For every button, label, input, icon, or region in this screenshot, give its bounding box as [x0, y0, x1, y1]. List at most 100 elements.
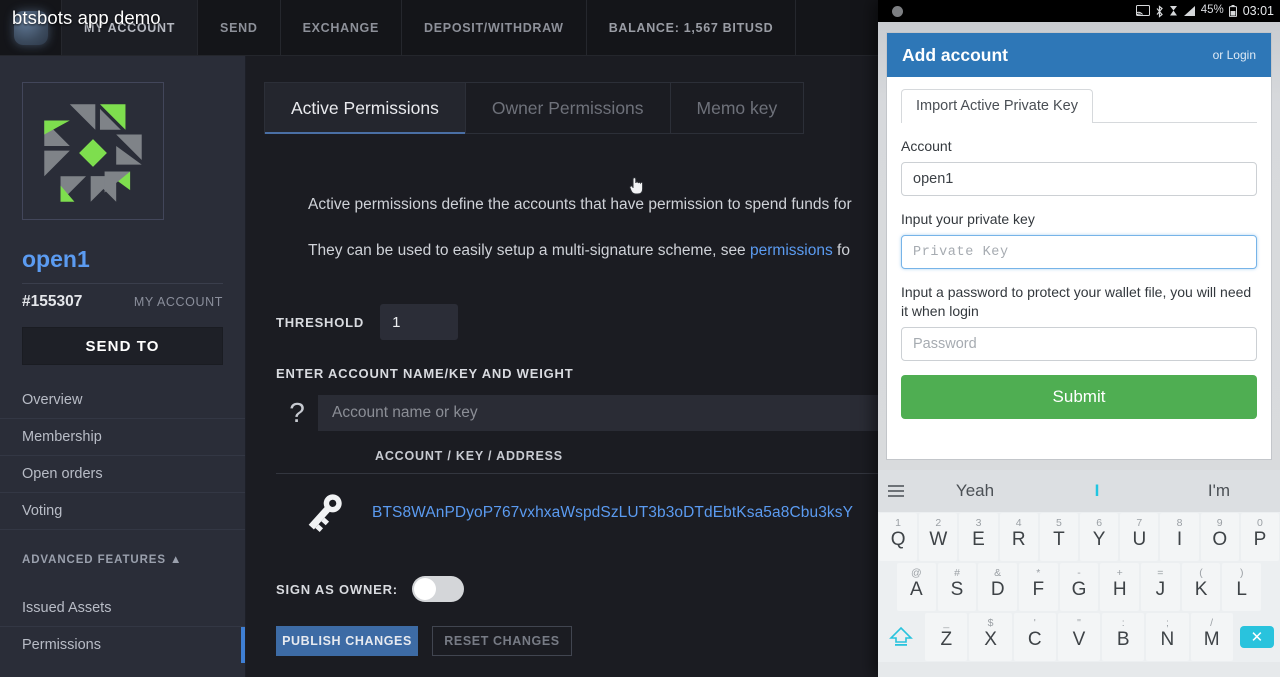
navbar-item-balance[interactable]: BALANCE: 1,567 BITUSD: [587, 0, 797, 55]
key-d[interactable]: & D: [978, 563, 1018, 611]
key-label: Y: [1092, 529, 1106, 550]
key-b[interactable]: :B: [1102, 613, 1145, 661]
key-x[interactable]: $ X: [969, 613, 1012, 661]
help-question-icon[interactable]: ?: [276, 397, 318, 429]
account-field-input[interactable]: open1: [901, 162, 1257, 196]
key-l[interactable]: ) L: [1222, 563, 1262, 611]
key-label: M: [1203, 629, 1220, 650]
key-label: K: [1194, 579, 1208, 600]
tab-import-active-private-key[interactable]: Import Active Private Key: [901, 89, 1093, 123]
modal-body: Import Active Private Key Account open1 …: [887, 77, 1271, 433]
key-alt-label: ): [1239, 567, 1244, 579]
key-alt-label: 4: [1015, 517, 1022, 529]
bluetooth-icon: [1156, 4, 1163, 18]
key-w[interactable]: 2W: [919, 513, 958, 561]
key-z[interactable]: _ Z: [925, 613, 968, 661]
battery-icon: [1228, 5, 1237, 17]
sidebar-item-voting[interactable]: Voting: [0, 492, 245, 529]
sidebar-item-overview[interactable]: Overview: [0, 381, 245, 418]
sidebar-my-account-label[interactable]: MY ACCOUNT: [134, 295, 223, 309]
sign-as-owner-toggle[interactable]: [411, 576, 464, 602]
key-o[interactable]: 9O: [1200, 513, 1239, 561]
keyboard-menu-icon[interactable]: [878, 485, 914, 497]
description-line-2-prefix: They can be used to easily setup a multi…: [308, 242, 750, 259]
key-alt-label: &: [994, 567, 1002, 579]
key-q[interactable]: 1Q: [879, 513, 918, 561]
tab-owner-permissions[interactable]: Owner Permissions: [464, 82, 670, 134]
shift-key[interactable]: [879, 613, 923, 661]
submit-button[interactable]: Submit: [901, 375, 1257, 419]
backspace-key[interactable]: ✕: [1235, 613, 1279, 661]
demo-caption-overlay: btsbots app demo: [12, 7, 161, 28]
send-to-button[interactable]: SEND TO: [22, 327, 223, 365]
key-label: G: [1071, 579, 1087, 600]
key-alt-label: 5: [1055, 517, 1062, 529]
battery-percent-label: 45%: [1200, 4, 1224, 17]
keyboard-row-3: _ Z $ X ' C " V: B; N / M ✕: [878, 612, 1280, 662]
sidebar-advanced-features-header[interactable]: ADVANCED FEATURES ▲: [0, 545, 245, 573]
mouse-cursor-hand-icon: [629, 177, 644, 195]
permission-key-value[interactable]: BTS8WAnPDyoP767vxhxaWspdSzLUT3b3oDTdEbtK…: [372, 504, 853, 522]
sidebar-account-name[interactable]: open1: [22, 246, 245, 273]
suggestion-2[interactable]: I'm: [1158, 481, 1280, 501]
key-i[interactable]: 8I: [1160, 513, 1199, 561]
permissions-link[interactable]: permissions: [750, 242, 833, 259]
navbar-item-deposit-withdraw[interactable]: DEPOSIT/WITHDRAW: [402, 0, 587, 55]
sidebar-item-issued-assets[interactable]: Issued Assets: [0, 589, 245, 626]
key-u[interactable]: 7U: [1120, 513, 1159, 561]
signal-icon: [1183, 6, 1195, 16]
reset-changes-button[interactable]: RESET CHANGES: [432, 626, 572, 656]
key-alt-label: _: [943, 617, 950, 629]
key-label: E: [972, 529, 985, 550]
key-alt-label: -: [1077, 567, 1081, 579]
private-key-field-input[interactable]: Private Key: [901, 235, 1257, 269]
key-label: H: [1112, 579, 1127, 600]
screenshot-root: MY ACCOUNT SEND EXCHANGE DEPOSIT/WITHDRA…: [0, 0, 1280, 677]
hourglass-icon: [1169, 6, 1177, 16]
key-k[interactable]: (K: [1181, 563, 1221, 611]
key-j[interactable]: = J: [1141, 563, 1180, 611]
sidebar-item-open-orders[interactable]: Open orders: [0, 455, 245, 492]
status-bar-right-cluster: 45% 03:01: [1135, 4, 1274, 18]
phone-web-view: Add account or Login Import Active Priva…: [878, 22, 1280, 470]
sidebar-item-membership[interactable]: Membership: [0, 418, 245, 455]
navbar-item-exchange[interactable]: EXCHANGE: [281, 0, 403, 55]
navbar-label: EXCHANGE: [302, 20, 380, 35]
toggle-knob: [413, 578, 436, 600]
tab-memo-key[interactable]: Memo key: [669, 82, 805, 134]
key-m[interactable]: / M: [1190, 613, 1233, 661]
key-icon-wrap: [276, 488, 372, 538]
key-n[interactable]: ; N: [1146, 613, 1189, 661]
key-t[interactable]: 5T: [1039, 513, 1079, 561]
key-h[interactable]: + H: [1100, 563, 1140, 611]
tab-active-permissions[interactable]: Active Permissions: [264, 82, 465, 134]
add-account-modal: Add account or Login Import Active Priva…: [886, 32, 1272, 460]
key-r[interactable]: 4R: [999, 513, 1038, 561]
key-alt-label: ": [1077, 617, 1081, 629]
key-alt-label: 0: [1257, 517, 1263, 529]
suggestion-0[interactable]: Yeah: [914, 481, 1036, 501]
key-g[interactable]: -G: [1059, 563, 1099, 611]
key-s[interactable]: # S: [937, 563, 977, 611]
android-keyboard: Yeah I I'm 1Q2W3E4R5T6Y7U8I9O0P @ A # S & D * F…: [878, 470, 1280, 677]
sidebar-item-permissions[interactable]: Permissions: [0, 626, 245, 663]
key-f[interactable]: * F: [1019, 563, 1058, 611]
key-label: A: [909, 579, 923, 600]
pinwheel-logo-icon: [44, 104, 142, 202]
key-e[interactable]: 3E: [959, 513, 998, 561]
key-v[interactable]: " V: [1057, 613, 1101, 661]
or-login-link[interactable]: or Login: [1213, 48, 1256, 62]
phone-screen-overlay: 45% 03:01 Add account or Login Import Ac…: [878, 0, 1280, 677]
key-y[interactable]: 6Y: [1080, 513, 1119, 561]
key-a[interactable]: @ A: [897, 563, 936, 611]
key-p[interactable]: 0P: [1240, 513, 1280, 561]
key-c[interactable]: ' C: [1013, 613, 1056, 661]
navbar-item-send[interactable]: SEND: [198, 0, 281, 55]
password-field-input[interactable]: Password: [901, 327, 1257, 361]
key-alt-label: (: [1199, 567, 1203, 579]
key-label: O: [1212, 529, 1228, 550]
threshold-input[interactable]: 1: [380, 304, 459, 340]
publish-changes-button[interactable]: PUBLISH CHANGES: [276, 626, 418, 656]
private-key-field-label: Input your private key: [901, 211, 1035, 227]
suggestion-1[interactable]: I: [1036, 481, 1158, 501]
